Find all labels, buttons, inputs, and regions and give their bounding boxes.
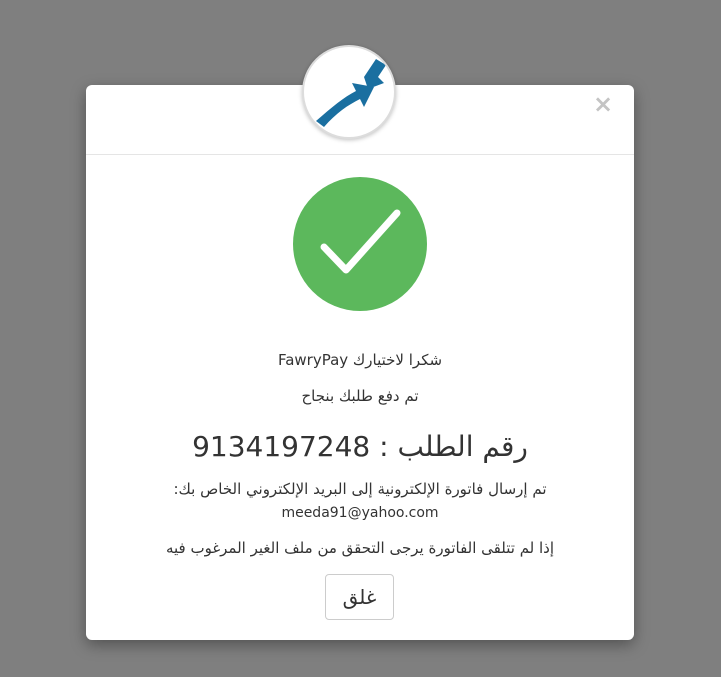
success-checkmark-icon (293, 177, 427, 311)
payment-success-message: تم دفع طلبك بنجاح (301, 387, 419, 405)
invoice-sent-message: تم إرسال فاتورة الإلكترونية إلى البريد ا… (173, 480, 547, 498)
order-number: رقم الطلب : 9134197248 (192, 430, 528, 463)
thanks-message: شكرا لاختيارك FawryPay (277, 351, 443, 369)
customer-email: meeda91@yahoo.com (281, 505, 439, 521)
spam-folder-note: إذا لم تتلقى الفاتورة يرجى التحقق من ملف… (165, 539, 555, 557)
close-button[interactable]: غلق (325, 574, 394, 620)
fawrypay-logo-icon (302, 45, 396, 139)
close-icon[interactable]: × (592, 92, 614, 116)
